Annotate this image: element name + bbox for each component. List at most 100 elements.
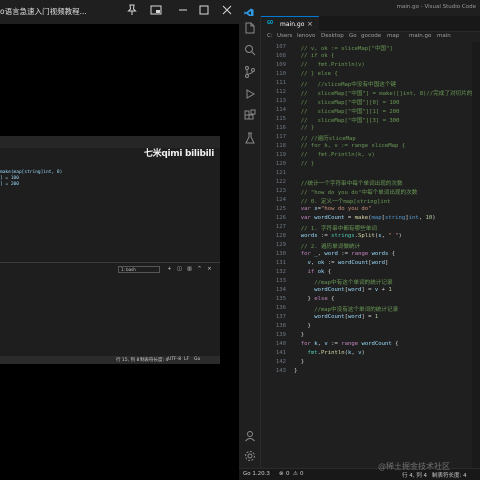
code-line[interactable]: // } bbox=[294, 161, 314, 167]
code-line[interactable]: // } else { bbox=[294, 71, 338, 77]
code-line[interactable]: // fmt.Println(v) bbox=[294, 62, 365, 68]
line-number: 130 bbox=[275, 251, 286, 257]
code-line[interactable]: // for k, v := range sliceMap { bbox=[294, 143, 405, 149]
tab-main-go[interactable]: GO main.go × bbox=[261, 16, 319, 32]
code-line[interactable]: // sliceMap["中国"][1] = 200 bbox=[294, 107, 400, 115]
line-number: 118 bbox=[275, 143, 286, 149]
source-control-icon[interactable] bbox=[243, 64, 257, 78]
code-line[interactable]: v, ok := wordCount[word] bbox=[294, 260, 389, 266]
video-panel-divider bbox=[0, 262, 220, 263]
video-status-indent: 制表符长度: 4 bbox=[140, 358, 169, 363]
search-icon[interactable] bbox=[243, 42, 257, 56]
video-frame[interactable]: 七米qimi bilibili make(map[string]int, 8) … bbox=[0, 136, 220, 364]
code-line[interactable]: // //sliceMap中没有中国这个键 bbox=[294, 80, 396, 88]
line-number: 121 bbox=[275, 170, 286, 176]
pin-icon[interactable] bbox=[125, 4, 139, 18]
player-title: o语言急速入门视频教程... bbox=[0, 7, 87, 16]
video-player-window: o语言急速入门视频教程... 七米qimi bilibili make(map[… bbox=[0, 0, 239, 480]
line-number: 116 bbox=[275, 125, 286, 131]
code-line[interactable]: // 2. 遍历单词做统计 bbox=[294, 242, 360, 250]
breadcrumb-item[interactable]: main bbox=[437, 33, 451, 39]
line-number: 126 bbox=[275, 215, 286, 221]
code-line[interactable]: // sliceMap["中国"][3] = 300 bbox=[294, 116, 400, 124]
testing-icon[interactable] bbox=[243, 130, 257, 144]
run-debug-icon[interactable] bbox=[243, 86, 257, 100]
breadcrumb-item[interactable]: Desktop bbox=[321, 33, 344, 39]
close-panel-icon: × bbox=[207, 266, 212, 272]
breadcrumb-item[interactable]: Go bbox=[349, 33, 357, 39]
line-number: 133 bbox=[275, 278, 286, 284]
breadcrumb-item[interactable]: Users bbox=[277, 33, 292, 39]
code-line[interactable]: var s="how do you do" bbox=[294, 206, 372, 212]
code-line[interactable]: wordCount[word] = v + 1 bbox=[294, 287, 392, 293]
code-line[interactable]: // sliceMap["中国"][0] = 100 bbox=[294, 98, 400, 106]
code-line[interactable]: } else { bbox=[294, 296, 335, 302]
code-line[interactable]: } bbox=[294, 323, 311, 329]
account-icon[interactable] bbox=[243, 428, 257, 442]
tab-close-icon[interactable]: × bbox=[307, 20, 313, 28]
code-line[interactable]: // v, ok := sliceMap["中国"] bbox=[294, 44, 393, 52]
line-number: 137 bbox=[275, 314, 286, 320]
code-line[interactable]: } bbox=[294, 359, 304, 365]
breadcrumb-item[interactable]: C: bbox=[267, 33, 273, 39]
code-line[interactable]: // } bbox=[294, 125, 314, 131]
line-number: 140 bbox=[275, 341, 286, 347]
status-indent[interactable]: 制表符长度: 4 bbox=[432, 471, 467, 479]
line-number: 127 bbox=[275, 224, 286, 230]
manage-gear-icon[interactable] bbox=[243, 448, 257, 462]
line-number: 128 bbox=[275, 233, 286, 239]
video-terminal-select: 1: bash bbox=[118, 266, 160, 273]
line-number: 129 bbox=[275, 242, 286, 248]
code-line[interactable]: // "how do you do"中每个单词出现的次数 bbox=[294, 188, 418, 196]
video-status-eol: LF bbox=[184, 357, 190, 362]
code-line[interactable]: // //遍历sliceMap bbox=[294, 134, 356, 142]
line-number: 110 bbox=[275, 71, 286, 77]
code-line[interactable]: //统计一个字符串中每个单词出现的次数 bbox=[294, 179, 403, 187]
code-line[interactable]: for k, v := range wordCount { bbox=[294, 341, 399, 347]
breadcrumb-item[interactable]: gocode bbox=[361, 33, 381, 39]
add-terminal-icon: + bbox=[167, 266, 172, 272]
code-line[interactable]: var wordCount = make(map[string]int, 10) bbox=[294, 215, 436, 221]
status-warnings[interactable]: 0 bbox=[300, 471, 304, 477]
video-code-line: make(map[string]int, 8) bbox=[0, 170, 63, 175]
status-go-version[interactable]: Go 1.20.3 bbox=[243, 471, 270, 477]
explorer-icon[interactable] bbox=[243, 20, 257, 34]
bilibili-watermark: 七米qimi bilibili bbox=[143, 149, 214, 159]
code-line[interactable]: //map中没有这个单词的统计记录 bbox=[294, 305, 398, 313]
code-line[interactable]: //map中有这个单词的统计记录 bbox=[294, 278, 392, 286]
video-code-line: ] = 100 bbox=[0, 176, 19, 181]
code-line[interactable]: // sliceMap["中国"] = make([]int, 8)//完成了对… bbox=[294, 89, 480, 97]
code-line[interactable]: fmt.Println(k, v) bbox=[294, 350, 365, 356]
line-number: 136 bbox=[275, 305, 286, 311]
code-line[interactable]: words := strings.Split(s, " ") bbox=[294, 233, 402, 239]
status-errors-icon[interactable]: ⊗ bbox=[279, 471, 284, 477]
activity-bar bbox=[239, 16, 261, 468]
code-line[interactable]: // if ok { bbox=[294, 53, 335, 59]
code-line[interactable]: for _, word := range words { bbox=[294, 251, 395, 257]
player-titlebar: o语言急速入门视频教程... bbox=[0, 0, 239, 24]
picture-in-picture-icon[interactable] bbox=[149, 4, 163, 18]
breadcrumb-item[interactable]: map bbox=[387, 33, 399, 39]
video-code-line: ] = 200 bbox=[0, 182, 19, 187]
close-icon[interactable] bbox=[220, 4, 234, 18]
status-cursor-position[interactable]: 行 4, 列 4 bbox=[402, 471, 427, 479]
minimize-icon[interactable] bbox=[176, 4, 190, 18]
video-status-position: 行 15, 列 8 bbox=[116, 358, 140, 363]
extensions-icon[interactable] bbox=[243, 108, 257, 122]
code-line[interactable]: wordCount[word] = 1 bbox=[294, 314, 378, 320]
status-warnings-icon[interactable]: ⚠ bbox=[293, 471, 298, 477]
status-errors[interactable]: 0 bbox=[286, 471, 290, 477]
breadcrumb-item[interactable]: lenovo bbox=[297, 33, 315, 39]
code-line[interactable]: // fmt.Println(k, v) bbox=[294, 152, 375, 158]
code-line[interactable]: } bbox=[294, 368, 297, 374]
code-line[interactable]: } bbox=[294, 332, 304, 338]
code-line[interactable]: // 0. 定义一个map[string]int bbox=[294, 197, 391, 205]
code-line[interactable]: // 1. 字符串中都有哪些单词 bbox=[294, 224, 377, 232]
line-number: 109 bbox=[275, 62, 286, 68]
breadcrumb-item[interactable]: main.go bbox=[409, 33, 431, 39]
code-line[interactable]: if ok { bbox=[294, 269, 332, 275]
code-editor[interactable]: 107 // v, ok := sliceMap["中国"] 108 // if … bbox=[261, 42, 480, 468]
minimap[interactable] bbox=[472, 42, 480, 468]
breadcrumb: C: Users lenovo Desktop Go gocode map ma… bbox=[261, 32, 480, 42]
maximize-icon[interactable] bbox=[197, 4, 211, 18]
